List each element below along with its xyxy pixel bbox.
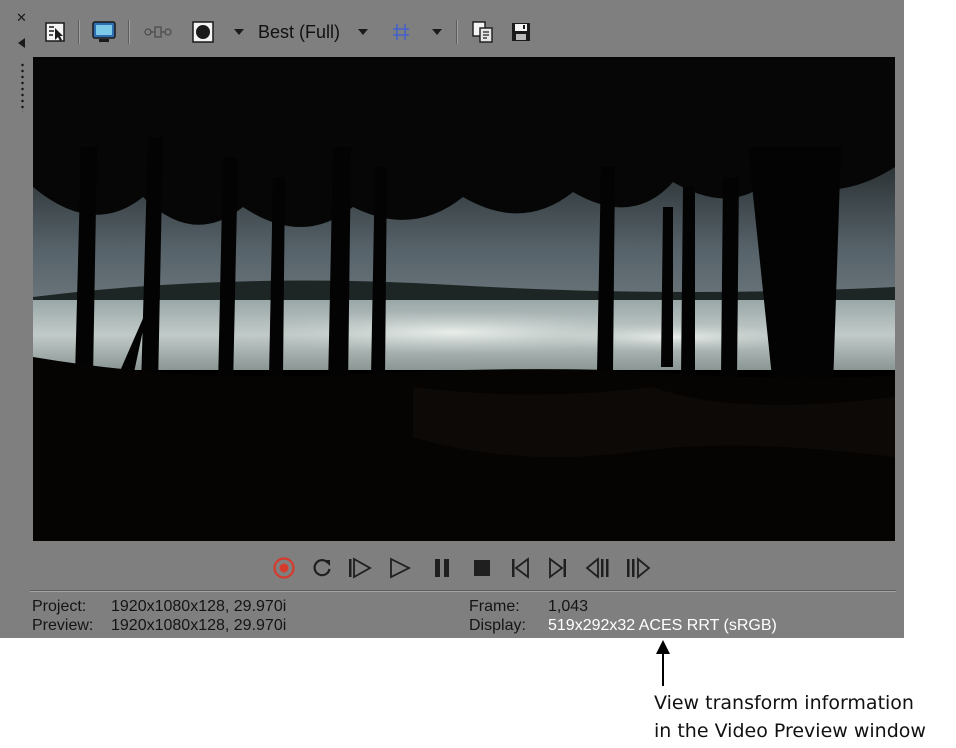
adjust-size-button[interactable] <box>190 18 216 46</box>
record-icon <box>273 557 295 579</box>
split-screen-icon <box>144 26 172 38</box>
play-from-start-button[interactable] <box>346 554 374 582</box>
preview-frame-image <box>33 57 895 541</box>
go-to-start-icon <box>512 557 529 579</box>
stop-button[interactable] <box>468 554 496 582</box>
preview-label: Preview: <box>32 617 94 634</box>
previous-frame-button[interactable] <box>584 554 612 582</box>
annotation-caption-line-2: in the Video Preview window <box>654 720 926 742</box>
video-preview-area[interactable] <box>33 57 895 541</box>
annotation-caption-line-1: View transform information <box>654 692 914 714</box>
properties-icon <box>45 22 65 42</box>
close-icon[interactable]: ✕ <box>16 12 27 25</box>
project-label: Project: <box>32 598 87 615</box>
overlays-dropdown-arrow[interactable] <box>430 18 444 46</box>
loop-icon <box>313 559 331 577</box>
status-divider <box>30 590 896 591</box>
chevron-down-icon <box>358 29 368 35</box>
go-to-end-icon <box>549 557 566 579</box>
adjust-size-icon <box>192 21 214 43</box>
overlays-button[interactable] <box>388 18 414 46</box>
display-label: Display: <box>469 617 526 634</box>
preview-value: 1920x1080x128, 29.970i <box>111 617 287 634</box>
go-to-end-button[interactable] <box>544 554 572 582</box>
monitor-icon <box>92 21 116 42</box>
chevron-down-icon <box>234 29 244 35</box>
save-snapshot-button[interactable] <box>508 18 534 46</box>
play-button[interactable] <box>386 554 414 582</box>
play-from-start-icon <box>349 557 372 579</box>
copy-snapshot-button[interactable] <box>470 18 496 46</box>
frame-label: Frame: <box>469 598 520 615</box>
grip-handle-icon[interactable] <box>21 62 24 112</box>
quality-dropdown[interactable]: Best (Full) <box>258 18 340 46</box>
overlays-grid-icon <box>393 24 409 40</box>
save-snapshot-icon <box>512 23 530 41</box>
preview-toolbar: Best (Full) <box>38 12 904 52</box>
docking-gripper[interactable]: ✕ <box>4 0 27 120</box>
properties-button[interactable] <box>42 18 68 46</box>
pause-icon <box>435 559 449 577</box>
loop-playback-button[interactable] <box>308 554 336 582</box>
play-icon <box>390 557 412 579</box>
annotation-arrow-line <box>662 650 664 686</box>
previous-frame-icon <box>585 557 609 579</box>
external-monitor-button[interactable] <box>90 18 118 46</box>
quality-dropdown-menu-arrow[interactable] <box>356 18 370 46</box>
display-value: 519x292x32 ACES RRT (sRGB) <box>548 617 777 634</box>
pause-button[interactable] <box>428 554 456 582</box>
project-value: 1920x1080x128, 29.970i <box>111 598 287 615</box>
split-screen-button[interactable] <box>142 18 174 46</box>
next-frame-icon <box>627 557 651 579</box>
stop-icon <box>474 560 490 576</box>
video-preview-window: ✕ Best (Full) Project: 1920x1080x128, 29… <box>0 0 904 638</box>
copy-snapshot-icon <box>472 21 493 43</box>
next-frame-button[interactable] <box>624 554 652 582</box>
quality-dropdown-arrow[interactable] <box>232 18 246 46</box>
chevron-down-icon <box>432 29 442 35</box>
go-to-start-button[interactable] <box>506 554 534 582</box>
record-button[interactable] <box>270 554 298 582</box>
frame-value: 1,043 <box>548 598 589 615</box>
transport-controls <box>270 552 670 584</box>
collapse-arrow-icon[interactable] <box>18 38 25 48</box>
